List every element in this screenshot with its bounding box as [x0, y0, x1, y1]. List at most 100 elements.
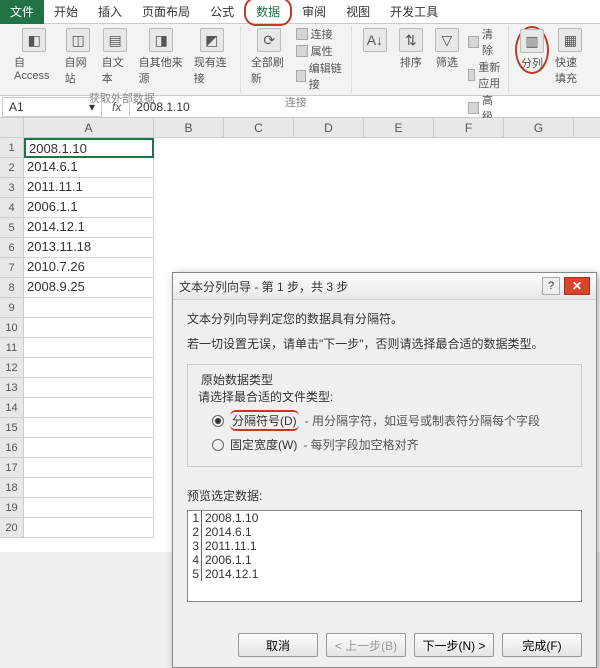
- row-header[interactable]: 12: [0, 358, 24, 378]
- ribbon: ◧自 Access ◫自网站 ▤自文本 ◨自其他来源 ◩现有连接 获取外部数据 …: [0, 24, 600, 96]
- row-header[interactable]: 20: [0, 518, 24, 538]
- row-header[interactable]: 11: [0, 338, 24, 358]
- tab-review[interactable]: 审阅: [292, 0, 336, 24]
- cell[interactable]: 2014.12.1: [24, 218, 154, 238]
- row-header[interactable]: 14: [0, 398, 24, 418]
- cell[interactable]: 2006.1.1: [24, 198, 154, 218]
- name-box[interactable]: A1▾: [2, 97, 102, 117]
- radio-delimited[interactable]: 分隔符号(D) - 用分隔字符，如逗号或制表符分隔每个字段: [198, 410, 571, 431]
- radio-fixed[interactable]: 固定宽度(W) - 每列字段加空格对齐: [198, 436, 571, 453]
- col-header[interactable]: E: [364, 118, 434, 138]
- btn-refresh[interactable]: ⟳全部刷新: [247, 26, 292, 88]
- dialog-buttons: 取消 < 上一步(B) 下一步(N) > 完成(F): [173, 623, 596, 667]
- btn-edit-link[interactable]: 编辑链接: [296, 60, 345, 92]
- cell[interactable]: [24, 358, 154, 378]
- row-header[interactable]: 5: [0, 218, 24, 238]
- btn-text-to-columns[interactable]: ▥分列: [515, 26, 549, 74]
- group-connections: ⟳全部刷新 连接 属性 编辑链接 连接: [241, 26, 352, 93]
- row-header[interactable]: 13: [0, 378, 24, 398]
- tab-layout[interactable]: 页面布局: [132, 0, 200, 24]
- col-header[interactable]: C: [224, 118, 294, 138]
- cell[interactable]: [24, 398, 154, 418]
- col-header[interactable]: F: [434, 118, 504, 138]
- btn-reapply[interactable]: 重新应用: [468, 59, 502, 91]
- tab-home[interactable]: 开始: [44, 0, 88, 24]
- col-header[interactable]: H: [574, 118, 600, 138]
- cell[interactable]: 2008.1.10: [24, 138, 154, 158]
- row-header[interactable]: 17: [0, 458, 24, 478]
- btn-clear[interactable]: 清除: [468, 26, 502, 58]
- close-button[interactable]: ✕: [564, 277, 590, 295]
- dialog-info2: 若一切设置无误，请单击"下一步"，否则请选择最合适的数据类型。: [187, 335, 582, 352]
- row-header[interactable]: 9: [0, 298, 24, 318]
- btn-text[interactable]: ▤自文本: [98, 26, 133, 88]
- btn-prop[interactable]: 属性: [296, 43, 345, 59]
- col-header[interactable]: B: [154, 118, 224, 138]
- row-header[interactable]: 3: [0, 178, 24, 198]
- tab-formula[interactable]: 公式: [200, 0, 244, 24]
- row-header[interactable]: 15: [0, 418, 24, 438]
- btn-sort-az[interactable]: A↓: [358, 26, 392, 54]
- row-header[interactable]: 2: [0, 158, 24, 178]
- tab-dev[interactable]: 开发工具: [380, 0, 448, 24]
- row-header[interactable]: 6: [0, 238, 24, 258]
- btn-flash-fill[interactable]: ▦快速填充: [551, 26, 590, 88]
- btn-web[interactable]: ◫自网站: [61, 26, 96, 88]
- cell[interactable]: 2013.11.18: [24, 238, 154, 258]
- row-header[interactable]: 10: [0, 318, 24, 338]
- row-header[interactable]: 16: [0, 438, 24, 458]
- cancel-button[interactable]: 取消: [238, 633, 318, 657]
- row-header[interactable]: 1: [0, 138, 24, 158]
- access-icon: ◧: [22, 28, 46, 52]
- cell[interactable]: [24, 418, 154, 438]
- cell[interactable]: [24, 298, 154, 318]
- btn-filter[interactable]: ▽筛选: [430, 26, 464, 72]
- row-header[interactable]: 19: [0, 498, 24, 518]
- tab-insert[interactable]: 插入: [88, 0, 132, 24]
- cell[interactable]: [24, 318, 154, 338]
- cell[interactable]: [24, 518, 154, 538]
- row-header[interactable]: 7: [0, 258, 24, 278]
- col-header[interactable]: D: [294, 118, 364, 138]
- sort-az-icon: A↓: [363, 28, 387, 52]
- reapply-icon: [468, 69, 475, 81]
- help-button[interactable]: ?: [542, 277, 560, 295]
- fx-button[interactable]: fx: [104, 100, 129, 114]
- cell[interactable]: 2011.11.1: [24, 178, 154, 198]
- select-all-corner[interactable]: [0, 118, 24, 138]
- existing-icon: ◩: [200, 28, 224, 52]
- cell[interactable]: [24, 338, 154, 358]
- row-header[interactable]: 18: [0, 478, 24, 498]
- btn-access[interactable]: ◧自 Access: [10, 26, 59, 84]
- tab-data[interactable]: 数据: [244, 0, 292, 26]
- fieldset-title: 原始数据类型: [198, 371, 276, 388]
- cell[interactable]: [24, 458, 154, 478]
- formula-input[interactable]: 2008.1.10: [129, 98, 600, 116]
- cell[interactable]: 2010.7.26: [24, 258, 154, 278]
- cell[interactable]: [24, 438, 154, 458]
- btn-sort[interactable]: ⇅排序: [394, 26, 428, 72]
- tab-file[interactable]: 文件: [0, 0, 44, 24]
- btn-conn[interactable]: 连接: [296, 26, 345, 42]
- cell[interactable]: 2014.6.1: [24, 158, 154, 178]
- dialog-titlebar: 文本分列向导 - 第 1 步，共 3 步 ? ✕: [173, 273, 596, 300]
- col-header[interactable]: A: [24, 118, 154, 138]
- cell[interactable]: [24, 378, 154, 398]
- radio-delimited-input[interactable]: [212, 415, 224, 427]
- row-header[interactable]: 4: [0, 198, 24, 218]
- back-button[interactable]: < 上一步(B): [326, 633, 406, 657]
- finish-button[interactable]: 完成(F): [502, 633, 582, 657]
- btn-existing[interactable]: ◩现有连接: [190, 26, 234, 88]
- web-icon: ◫: [66, 28, 90, 52]
- group-external-data: ◧自 Access ◫自网站 ▤自文本 ◨自其他来源 ◩现有连接 获取外部数据: [4, 26, 241, 93]
- tab-view[interactable]: 视图: [336, 0, 380, 24]
- prop-icon: [296, 45, 308, 57]
- radio-fixed-input[interactable]: [212, 439, 224, 451]
- cell[interactable]: 2008.9.25: [24, 278, 154, 298]
- next-button[interactable]: 下一步(N) >: [414, 633, 494, 657]
- cell[interactable]: [24, 498, 154, 518]
- cell[interactable]: [24, 478, 154, 498]
- btn-other[interactable]: ◨自其他来源: [135, 26, 188, 88]
- row-header[interactable]: 8: [0, 278, 24, 298]
- col-header[interactable]: G: [504, 118, 574, 138]
